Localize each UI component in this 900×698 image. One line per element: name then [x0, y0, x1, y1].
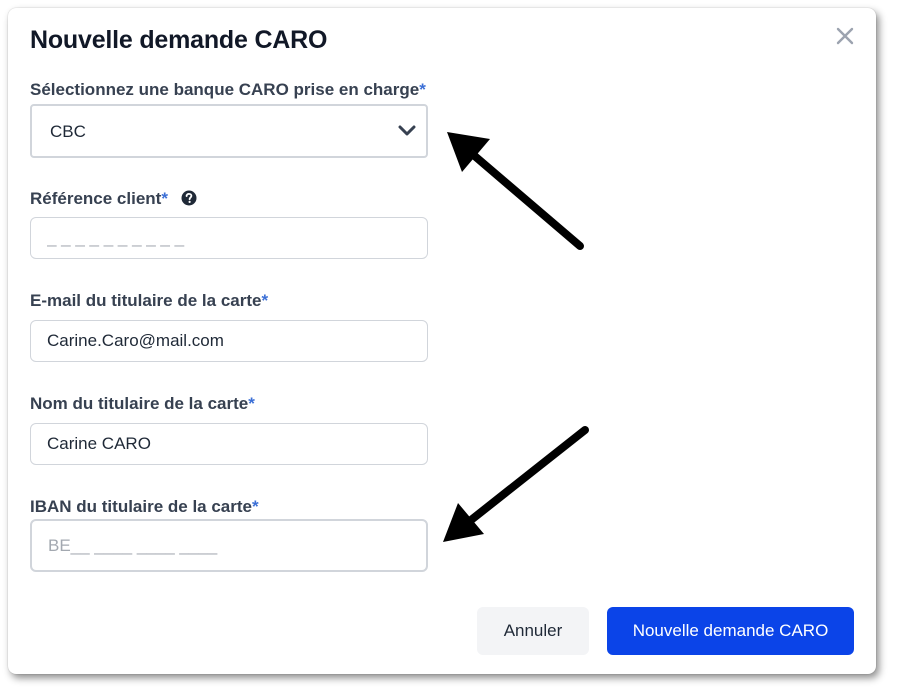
close-icon — [836, 27, 854, 45]
client-reference-label-text: Référence client — [30, 189, 162, 208]
client-reference-label: Référence client* — [30, 189, 197, 209]
iban-label-text: IBAN du titulaire de la carte — [30, 497, 252, 516]
required-asterisk: * — [248, 394, 255, 413]
cardholder-name-label-text: Nom du titulaire de la carte — [30, 394, 249, 413]
cardholder-name-input[interactable] — [30, 423, 428, 465]
required-asterisk: * — [252, 497, 259, 516]
iban-label: IBAN du titulaire de la carte* — [30, 497, 259, 517]
email-label-text: E-mail du titulaire de la carte — [30, 291, 262, 310]
question-circle-icon[interactable] — [181, 190, 197, 206]
required-asterisk: * — [419, 80, 426, 99]
new-caro-request-modal: Nouvelle demande CARO Sélectionnez une b… — [8, 8, 876, 674]
close-button[interactable] — [833, 24, 857, 48]
required-asterisk: * — [161, 189, 168, 208]
chevron-down-icon — [398, 125, 416, 136]
bank-select-label-text: Sélectionnez une banque CARO prise en ch… — [30, 80, 420, 99]
client-reference-input[interactable] — [30, 217, 428, 259]
required-asterisk: * — [261, 291, 269, 310]
bank-select-label: Sélectionnez une banque CARO prise en ch… — [30, 80, 426, 100]
cardholder-name-label: Nom du titulaire de la carte* — [30, 394, 255, 414]
bank-select-value: CBC — [50, 122, 86, 141]
modal-title: Nouvelle demande CARO — [30, 26, 328, 54]
bank-select[interactable]: CBC — [30, 104, 428, 158]
cancel-button[interactable]: Annuler — [477, 607, 589, 655]
submit-new-caro-request-button[interactable]: Nouvelle demande CARO — [607, 607, 854, 655]
iban-input[interactable] — [30, 519, 428, 572]
email-input[interactable] — [30, 320, 428, 362]
email-label: E-mail du titulaire de la carte* — [30, 291, 268, 311]
